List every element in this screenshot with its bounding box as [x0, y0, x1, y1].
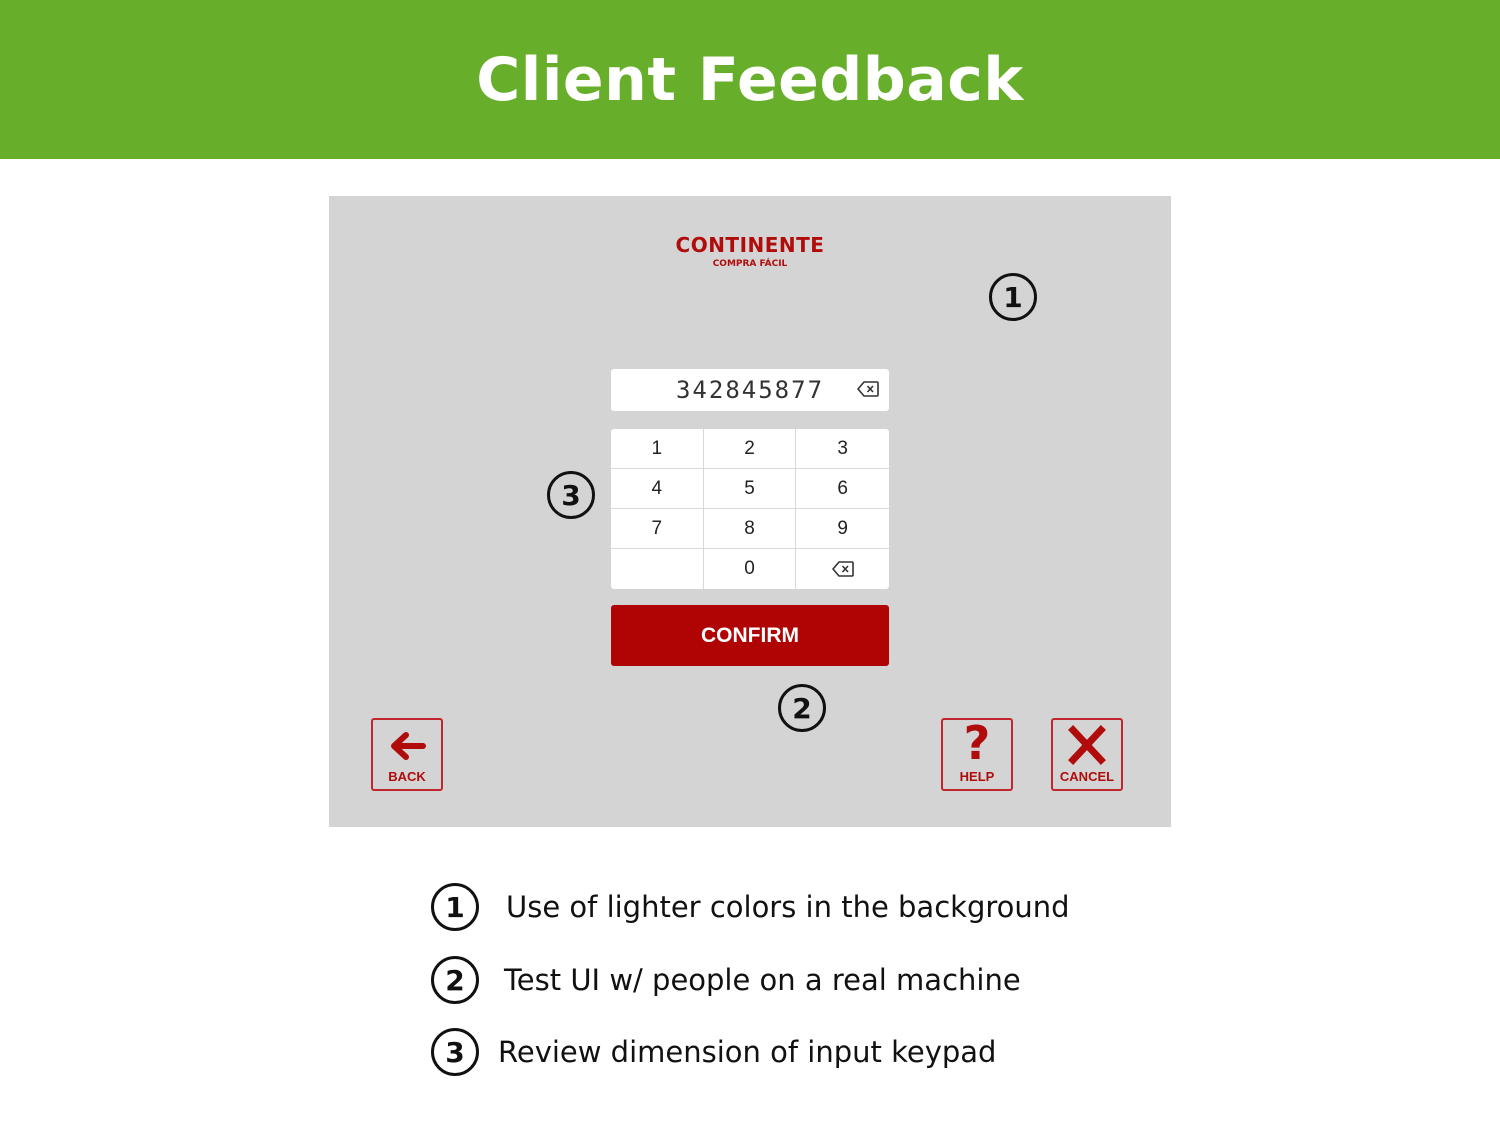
cancel-label: CANCEL	[1059, 769, 1115, 784]
feedback-number: 3	[431, 1028, 479, 1076]
pin-input[interactable]: 342845877	[611, 369, 889, 411]
key-0[interactable]: 0	[704, 549, 797, 589]
pin-value: 342845877	[675, 376, 825, 404]
backspace-icon	[831, 561, 854, 577]
kiosk-screen: CONTINENTE COMPRA FÁCIL 1 342845877 3 1 …	[329, 196, 1171, 827]
arrow-left-icon	[391, 732, 426, 760]
cancel-button[interactable]: CANCEL	[1051, 718, 1123, 791]
help-button[interactable]: ? HELP	[941, 716, 1013, 791]
backspace-icon[interactable]	[857, 381, 879, 397]
slide-title: Client Feedback	[476, 44, 1024, 115]
help-label: HELP	[959, 769, 995, 784]
annotation-marker-2: 2	[778, 684, 826, 732]
slide-header: Client Feedback	[0, 0, 1500, 159]
brand-tagline: COMPRA FÁCIL	[712, 259, 788, 269]
key-7[interactable]: 7	[611, 509, 704, 549]
feedback-text: Use of lighter colors in the background	[506, 890, 1070, 924]
key-4[interactable]: 4	[611, 469, 704, 509]
annotation-marker-1: 1	[989, 273, 1037, 321]
feedback-text: Review dimension of input keypad	[498, 1035, 997, 1069]
key-9[interactable]: 9	[796, 509, 889, 549]
confirm-button[interactable]: CONFIRM	[611, 605, 889, 666]
close-icon	[1068, 725, 1106, 765]
back-button[interactable]: BACK	[371, 718, 443, 791]
feedback-number: 1	[431, 883, 479, 931]
feedback-text: Test UI w/ people on a real machine	[504, 963, 1021, 997]
annotation-marker-3: 3	[547, 471, 595, 519]
key-backspace[interactable]	[796, 549, 889, 589]
feedback-number: 2	[431, 956, 479, 1004]
question-icon: ?	[963, 716, 991, 770]
key-6[interactable]: 6	[796, 469, 889, 509]
numeric-keypad: 1 2 3 4 5 6 7 8 9 0	[611, 429, 889, 589]
back-label: BACK	[388, 769, 426, 784]
brand-logo: CONTINENTE	[675, 233, 825, 257]
key-2[interactable]: 2	[703, 429, 797, 469]
key-3[interactable]: 3	[796, 429, 889, 469]
key-empty	[611, 549, 704, 589]
key-1[interactable]: 1	[611, 429, 704, 469]
key-8[interactable]: 8	[703, 509, 797, 549]
key-5[interactable]: 5	[703, 469, 797, 509]
